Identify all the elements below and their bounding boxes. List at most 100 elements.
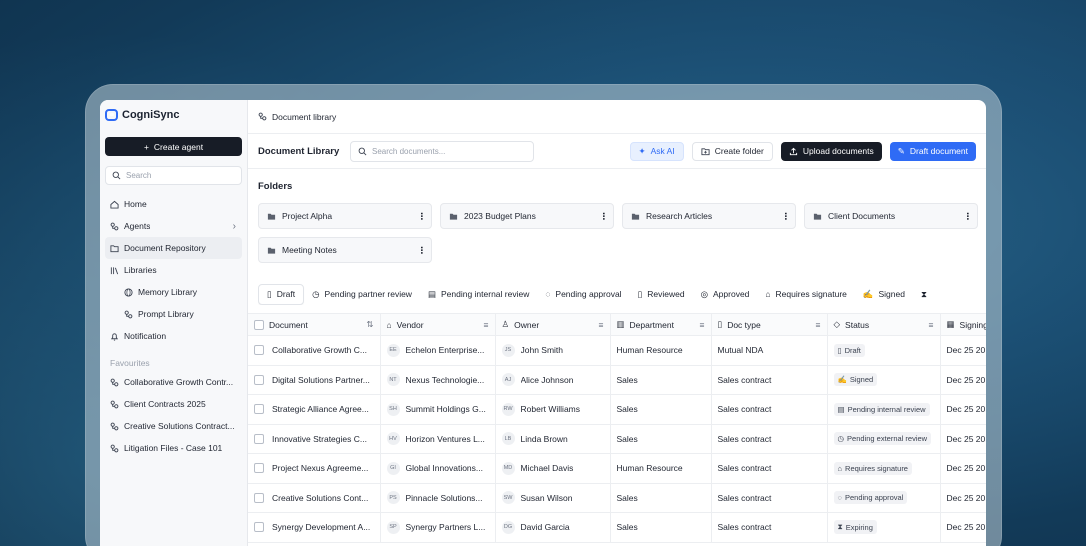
tab-reviewed[interactable]: ▯ Reviewed [630, 284, 693, 305]
filter-icon[interactable]: ≡ [816, 320, 821, 330]
more-options-icon[interactable]: ··· [779, 212, 791, 220]
column-department[interactable]: ▥ Department ≡ [610, 313, 712, 336]
row-checkbox[interactable] [254, 374, 264, 385]
sidebar-item-notification[interactable]: Notification [105, 325, 242, 347]
tab-approved[interactable]: ◎ Approved [693, 284, 758, 305]
breadcrumb-label[interactable]: Document library [272, 112, 336, 122]
tab-pending-internal-review[interactable]: ▤ Pending internal review [420, 284, 537, 305]
cell-vendor: EE Echelon Enterprise... [380, 335, 496, 366]
folder-card[interactable]: Project Alpha ··· [258, 203, 432, 229]
row-checkbox[interactable] [254, 433, 264, 444]
folder-card[interactable]: Research Articles ··· [622, 203, 796, 229]
folder-card[interactable]: Client Documents ··· [804, 203, 978, 229]
table-row[interactable]: Digital Solutions Partner... NT Nexus Tech… [248, 365, 986, 395]
cell-document[interactable]: Synergy Development A... [248, 512, 381, 543]
tab-expiring[interactable]: ⧗ [913, 284, 935, 305]
tab-pending-partner-review[interactable]: ◷ Pending partner review [304, 284, 420, 305]
more-options-icon[interactable]: ··· [961, 212, 973, 220]
favourite-item[interactable]: Litigation Files - Case 101 [105, 437, 242, 459]
sidebar-item-document-repository[interactable]: Document Repository [105, 237, 242, 259]
document-name[interactable]: Digital Solutions Partner... [272, 375, 370, 385]
sort-icon[interactable]: ⇅ [366, 319, 373, 330]
filter-icon[interactable]: ≡ [700, 320, 705, 330]
cell-document[interactable]: Creative Solutions Cont... [248, 483, 381, 513]
tab-draft[interactable]: ▯ Draft [258, 283, 305, 305]
create-agent-button[interactable]: + Create agent [105, 137, 242, 156]
document-name[interactable]: Collaborative Growth C... [272, 345, 367, 355]
row-checkbox[interactable] [254, 463, 264, 474]
document-name[interactable]: Project Nexus Agreeme... [272, 463, 368, 473]
prompt-icon [124, 310, 133, 319]
create-folder-button[interactable]: Create folder [691, 141, 773, 161]
sidebar-item-libraries[interactable]: Libraries [105, 259, 242, 281]
more-options-icon[interactable]: ··· [415, 212, 427, 220]
sidebar-item-agents[interactable]: Agents › [105, 215, 242, 237]
row-checkbox[interactable] [254, 404, 264, 415]
document-name[interactable]: Creative Solutions Cont... [272, 493, 368, 503]
column-signing[interactable]: ▦ Signing [940, 313, 986, 336]
row-checkbox[interactable] [254, 522, 264, 533]
row-checkbox[interactable] [254, 492, 264, 503]
favourite-item[interactable]: Client Contracts 2025 [105, 393, 242, 415]
document-name[interactable]: Innovative Strategies C... [272, 434, 367, 444]
sidebar-search-input[interactable]: Search [105, 166, 242, 185]
cell-owner: LB Linda Brown [495, 424, 611, 454]
column-label: Doc type [727, 319, 761, 330]
tab-requires-signature[interactable]: ⌂ Requires signature [757, 284, 855, 305]
table-row[interactable]: Strategic Alliance Agree... SH Summit Hold… [248, 394, 986, 425]
more-options-icon[interactable]: ··· [597, 212, 609, 220]
cell-status: ◌ Pending approval [827, 483, 941, 513]
cell-document[interactable]: Strategic Alliance Agree... [248, 394, 381, 425]
owner-avatar: SW [501, 491, 515, 505]
column-doc-type[interactable]: ▯ Doc type ≡ [711, 313, 828, 336]
cell-document[interactable]: Innovative Strategies C... [248, 424, 381, 454]
document-name[interactable]: Strategic Alliance Agree... [272, 404, 369, 414]
status-badge: ◷ Pending external review [833, 432, 932, 446]
app-logo[interactable]: CogniSync [105, 108, 242, 122]
table-row[interactable]: Innovative Strategies C... HV Horizon Vent… [248, 424, 986, 454]
upload-documents-button[interactable]: Upload documents [780, 141, 882, 161]
cell-signing: Dec 25 20 [940, 483, 986, 513]
column-vendor[interactable]: ⌂ Vendor ≡ [380, 313, 496, 336]
folder-card[interactable]: Meeting Notes ··· [258, 237, 432, 263]
link-icon [110, 378, 119, 387]
vendor-avatar: HV [386, 432, 400, 446]
cell-document[interactable]: Digital Solutions Partner... [248, 365, 381, 395]
cell-document[interactable]: Collaborative Growth C... [248, 335, 381, 366]
vendor-name: Global Innovations... [405, 463, 484, 474]
table-row[interactable]: Creative Solutions Cont... PS Pinnacle Sol… [248, 483, 986, 513]
sidebar-item-prompt-library[interactable]: Prompt Library [105, 303, 242, 325]
document-name[interactable]: Synergy Development A... [272, 522, 370, 532]
filter-icon[interactable]: ≡ [599, 320, 604, 330]
tab-label: Signed [878, 289, 905, 299]
search-input[interactable]: Search documents... [350, 140, 534, 162]
column-status[interactable]: ◇ Status ≡ [827, 313, 941, 336]
favourite-item[interactable]: Collaborative Growth Contr... [105, 371, 242, 393]
filter-icon[interactable]: ≡ [484, 320, 489, 330]
owner-name: Linda Brown [520, 433, 568, 444]
table-row[interactable]: Collaborative Growth C... EE Echelon Enter… [248, 335, 986, 366]
column-document[interactable]: Document ⇅ [248, 313, 381, 336]
tab-signed[interactable]: ✍ Signed [855, 284, 913, 305]
table-row[interactable]: Synergy Development A... SP Synergy Partne… [248, 512, 986, 543]
sidebar-item-label: Home [124, 199, 147, 209]
cell-document[interactable]: Project Nexus Agreeme... [248, 453, 381, 484]
draft-document-button[interactable]: ✎ Draft document [889, 141, 976, 161]
status-label: Requires signature [845, 463, 908, 473]
cell-doc-type: Sales contract [711, 453, 828, 484]
folder-card[interactable]: 2023 Budget Plans ··· [440, 203, 614, 229]
filter-icon[interactable]: ≡ [929, 320, 934, 330]
ask-ai-button[interactable]: ✦ Ask AI [629, 141, 684, 161]
table-row[interactable]: Project Nexus Agreeme... GI Global Innovat… [248, 453, 986, 484]
row-checkbox[interactable] [254, 345, 264, 356]
clock-icon: ◷ [312, 288, 320, 299]
sidebar-item-memory-library[interactable]: Memory Library [105, 281, 242, 303]
select-all-checkbox[interactable] [254, 319, 264, 330]
tab-pending-approval[interactable]: ◌ Pending approval [537, 284, 629, 305]
favourite-item[interactable]: Creative Solutions Contract... [105, 415, 242, 437]
column-owner[interactable]: ♙ Owner ≡ [495, 313, 611, 336]
more-options-icon[interactable]: ··· [415, 246, 427, 254]
user-icon: ♙ [501, 319, 510, 329]
sidebar-item-home[interactable]: Home [105, 193, 242, 215]
table-header-row: Document ⇅ ⌂ Vendor ≡ ♙ Owner ≡ ▥ Department ≡ … [248, 313, 986, 336]
